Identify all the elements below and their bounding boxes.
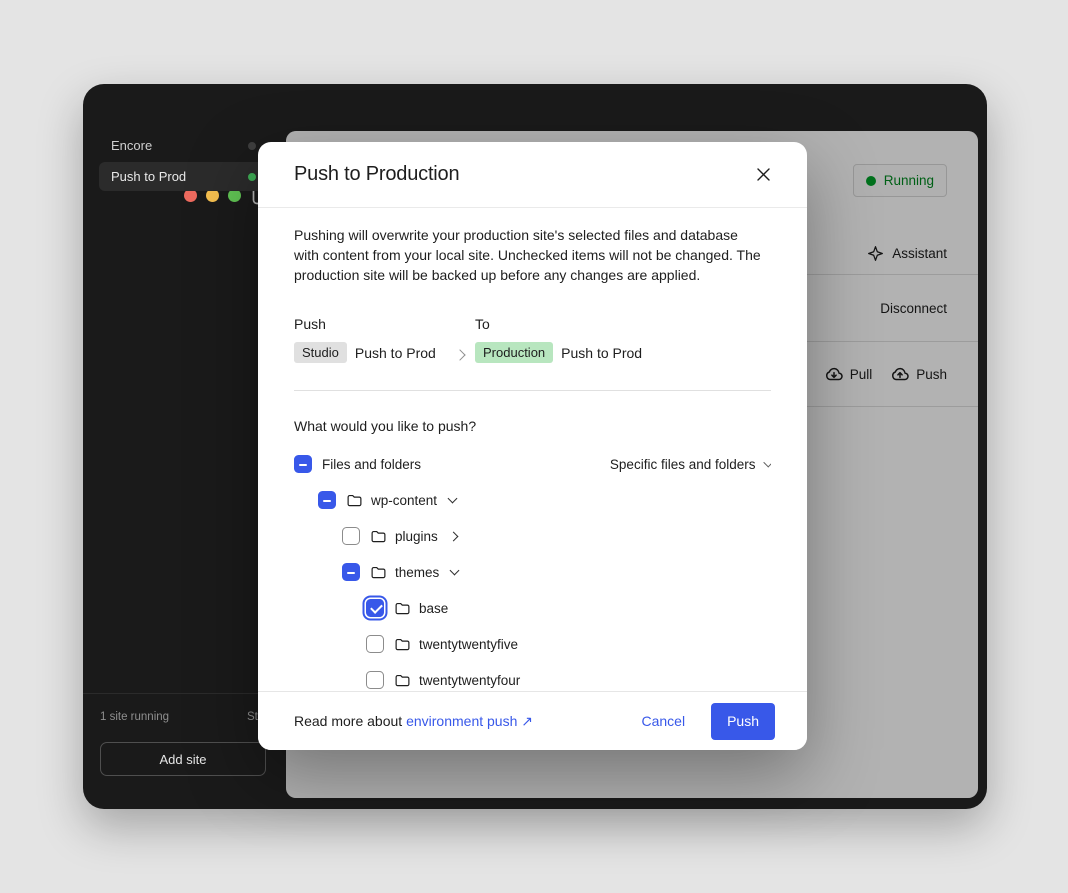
push-from-label: Push	[294, 316, 445, 332]
sidebar-item-encore[interactable]: Encore	[99, 131, 267, 160]
checkbox-themes[interactable]	[342, 563, 360, 581]
tree-row-plugins: plugins	[294, 518, 771, 554]
tree-label: Files and folders	[322, 457, 421, 472]
site-name: Encore	[111, 138, 152, 153]
production-badge: Production	[475, 342, 553, 363]
push-button[interactable]: Push	[711, 703, 775, 740]
close-icon[interactable]	[751, 163, 775, 187]
read-more-text: Read more about	[294, 713, 406, 729]
tree-label: base	[419, 601, 448, 616]
checkbox-plugins[interactable]	[342, 527, 360, 545]
scope-dropdown-value: Specific files and folders	[610, 457, 756, 472]
checkbox-twentytwentyfive[interactable]	[366, 635, 384, 653]
sidebar-footer: 1 site running Stop Add site	[83, 693, 286, 809]
folder-icon	[370, 528, 387, 545]
dialog-footer: Read more about environment push ↗ Cance…	[258, 691, 807, 750]
add-site-button[interactable]: Add site	[100, 742, 266, 776]
checkbox-wp-content[interactable]	[318, 491, 336, 509]
expander-chevron-down-icon[interactable]	[451, 570, 458, 574]
tree-label: twentytwentyfour	[419, 673, 520, 688]
expander-chevron-down-icon[interactable]	[449, 498, 456, 502]
chevron-down-icon	[763, 458, 771, 467]
chevron-right-icon	[454, 349, 465, 360]
tree-row-twentytwentyfive: twentytwentyfive	[294, 626, 771, 662]
checkbox-files-and-folders[interactable]	[294, 455, 312, 473]
push-question: What would you like to push?	[294, 418, 771, 434]
scope-dropdown[interactable]: Specific files and folders	[610, 457, 771, 472]
titlebar: ?	[83, 84, 987, 131]
expander-chevron-right-icon[interactable]	[450, 533, 457, 540]
checkbox-twentytwentyfour[interactable]	[366, 671, 384, 689]
site-status-dot	[248, 142, 256, 150]
tree-label: plugins	[395, 529, 438, 544]
push-to-label: To	[475, 316, 642, 332]
folder-icon	[370, 564, 387, 581]
tree-row-base: base	[294, 590, 771, 626]
environment-push-link[interactable]: environment push ↗	[406, 713, 533, 729]
tree-label: themes	[395, 565, 439, 580]
push-to-production-dialog: Push to Production Pushing will overwrit…	[258, 142, 807, 750]
tree-row-wp-content: wp-content	[294, 482, 771, 518]
push-route: Push Studio Push to Prod To Production P…	[294, 316, 771, 363]
tree-row-themes: themes	[294, 554, 771, 590]
tree-label: wp-content	[371, 493, 437, 508]
studio-badge: Studio	[294, 342, 347, 363]
folder-icon	[394, 672, 411, 689]
folder-icon	[394, 600, 411, 617]
from-site-name: Push to Prod	[355, 345, 436, 361]
divider	[294, 390, 771, 391]
sidebar-item-push-to-prod[interactable]: Push to Prod	[99, 162, 267, 191]
folder-icon	[394, 636, 411, 653]
tree-row-files-and-folders: Files and folders Specific files and fol…	[294, 446, 771, 482]
cancel-button[interactable]: Cancel	[641, 713, 685, 729]
sidebar: Encore Push to Prod 1 site running Stop …	[83, 131, 286, 809]
site-status-dot-running	[248, 173, 256, 181]
checkbox-base[interactable]	[366, 599, 384, 617]
tree-row-twentytwentyfour: twentytwentyfour	[294, 662, 771, 690]
tree-label: twentytwentyfive	[419, 637, 518, 652]
site-name: Push to Prod	[111, 169, 186, 184]
folder-icon	[346, 492, 363, 509]
dialog-title: Push to Production	[294, 163, 459, 186]
files-tree: Files and folders Specific files and fol…	[294, 446, 771, 690]
dialog-description: Pushing will overwrite your production s…	[294, 225, 764, 285]
to-site-name: Push to Prod	[561, 345, 642, 361]
sites-running-status: 1 site running	[100, 711, 169, 723]
